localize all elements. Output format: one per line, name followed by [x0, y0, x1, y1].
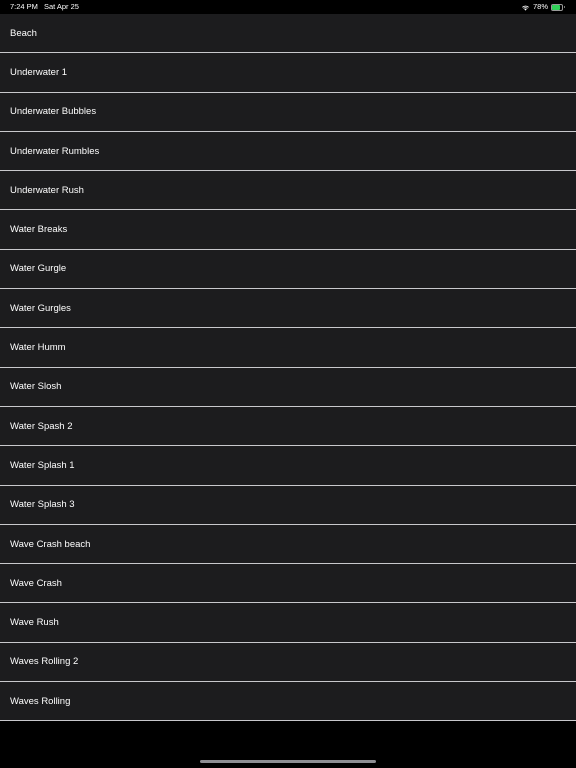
- list-item[interactable]: Wave Crash beach: [0, 524, 576, 565]
- wifi-icon: [522, 5, 529, 11]
- battery-icon: [551, 3, 566, 11]
- list-item-label: Water Splash 1: [10, 459, 75, 471]
- list-item[interactable]: Water Breaks: [0, 210, 576, 250]
- list-item[interactable]: Water Slosh: [0, 367, 576, 407]
- list-item-label: Underwater Rush: [10, 184, 84, 196]
- status-bar: 7:24 PM Sat Apr 25 78%: [0, 0, 576, 14]
- list-item-label: Waves Rolling 2: [10, 656, 79, 668]
- list-item-label: Water Spash 2: [10, 420, 73, 432]
- list-item-label: Wave Crash beach: [10, 538, 91, 550]
- status-time: 7:24 PM: [10, 2, 38, 11]
- sound-list: Beach Underwater 1 Underwater Bubbles Under…: [0, 14, 576, 722]
- list-item[interactable]: Beach: [0, 14, 576, 54]
- list-item-label: Underwater Bubbles: [10, 106, 97, 118]
- list-item[interactable]: Water Humm: [0, 328, 576, 368]
- list-item[interactable]: Water Splash 1: [0, 446, 576, 486]
- home-indicator[interactable]: [200, 760, 376, 763]
- list-item[interactable]: Underwater Rush: [0, 171, 576, 211]
- list-item[interactable]: Underwater 1: [0, 53, 576, 93]
- list-item-label: Underwater Rumbles: [10, 145, 100, 157]
- list-item[interactable]: Underwater Rumbles: [0, 131, 576, 172]
- list-item[interactable]: Water Splash 3: [0, 485, 576, 525]
- status-right: 78%: [521, 0, 566, 14]
- list-item[interactable]: Waves Rolling: [0, 682, 576, 722]
- list-item[interactable]: Underwater Bubbles: [0, 92, 576, 132]
- battery-fill: [552, 4, 560, 10]
- list-item-label: Water Breaks: [10, 224, 68, 236]
- list-item[interactable]: Wave Rush: [0, 603, 576, 643]
- list-item-label: Water Humm: [10, 342, 66, 354]
- list-item[interactable]: Water Gurgle: [0, 249, 576, 290]
- status-date: Sat Apr 25: [43, 2, 79, 11]
- list-item-label: Wave Crash: [10, 577, 62, 589]
- list-item-label: Water Gurgle: [10, 263, 67, 275]
- status-left: 7:24 PM Sat Apr 25: [10, 0, 79, 14]
- list-item[interactable]: Waves Rolling 2: [0, 642, 576, 683]
- list-item-label: Underwater 1: [10, 66, 68, 78]
- list-item-label: Beach: [10, 27, 37, 39]
- list-item-label: Water Splash 3: [10, 499, 75, 511]
- list-item[interactable]: Wave Crash: [0, 564, 576, 604]
- battery-cap: [563, 6, 565, 8]
- list-item-label: Water Slosh: [10, 381, 62, 393]
- list-item-label: Water Gurgles: [10, 302, 71, 314]
- list-item-label: Wave Rush: [10, 617, 59, 629]
- battery-percent: 78%: [532, 2, 548, 11]
- list-item[interactable]: Water Spash 2: [0, 406, 576, 447]
- list-item[interactable]: Water Gurgles: [0, 289, 576, 329]
- list-item-label: Waves Rolling: [10, 695, 71, 707]
